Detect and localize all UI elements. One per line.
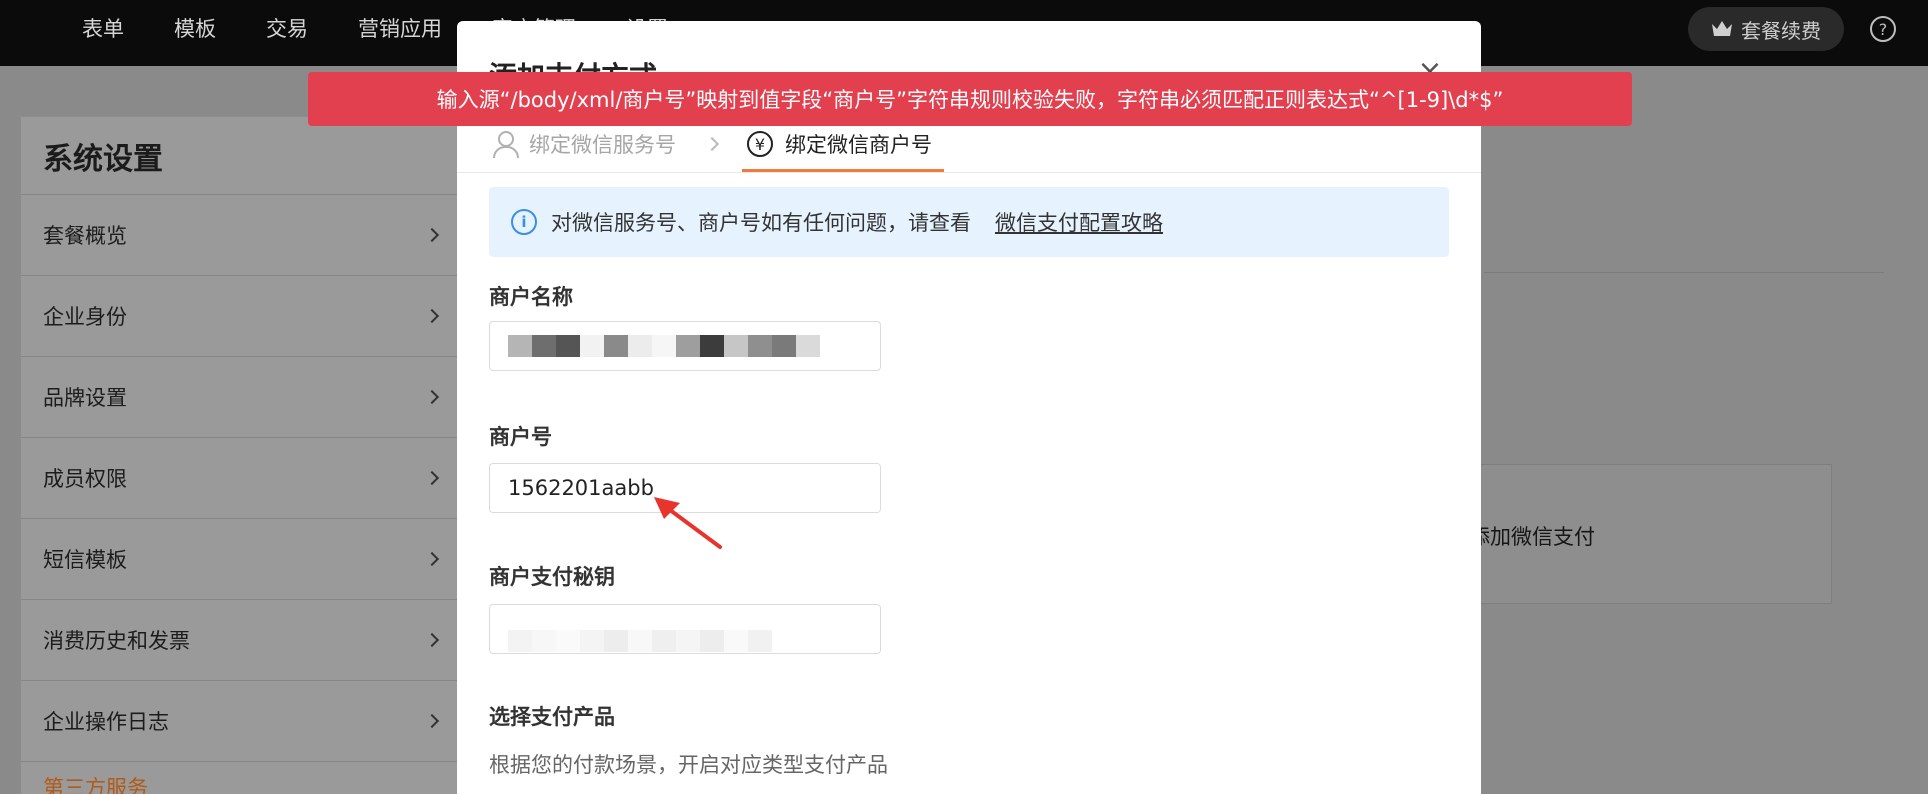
- step-label: 绑定微信服务号: [529, 133, 676, 157]
- merchant-secret-input[interactable]: [489, 604, 881, 654]
- merchant-name-label: 商户名称: [489, 285, 573, 309]
- settings-sidebar: 系统设置 套餐概览 企业身份 品牌设置 成员权限 短信模板 消费历史和发票 企业…: [20, 116, 460, 794]
- step-label: 绑定微信商户号: [785, 133, 932, 157]
- redacted-value: [508, 335, 820, 357]
- sidebar-item-label: 套餐概览: [43, 224, 127, 248]
- steps-bar: 绑定微信服务号 ¥ 绑定微信商户号: [457, 121, 1481, 173]
- merchant-secret-label: 商户支付秘钥: [489, 565, 615, 589]
- error-toast: 输入源“/body/xml/商户号”映射到值字段“商户号”字符串规则校验失败，字…: [308, 72, 1632, 126]
- nav-item-marketing[interactable]: 营销应用: [358, 13, 442, 43]
- renew-label: 套餐续费: [1741, 18, 1821, 43]
- chevron-right-icon: [424, 713, 440, 729]
- sidebar-item-label: 成员权限: [43, 467, 127, 491]
- chevron-right-icon: [424, 632, 440, 648]
- info-banner: i 对微信服务号、商户号如有任何问题，请查看 微信支付配置攻略: [489, 187, 1449, 257]
- info-icon: i: [511, 209, 537, 235]
- help-icon[interactable]: ?: [1870, 16, 1896, 42]
- sidebar-item-label: 品牌设置: [43, 386, 127, 410]
- payment-product-hint: 根据您的付款场景，开启对应类型支付产品: [489, 753, 888, 777]
- sidebar-item-sms-templates[interactable]: 短信模板: [21, 519, 459, 600]
- nav-item-templates[interactable]: 模板: [174, 13, 216, 43]
- nav-item-trade[interactable]: 交易: [266, 13, 308, 43]
- sidebar-item-label: 短信模板: [43, 548, 127, 572]
- chevron-right-icon: [424, 389, 440, 405]
- yuan-icon: ¥: [747, 131, 773, 157]
- sidebar-item-label: 第三方服务: [43, 776, 148, 794]
- merchant-name-input[interactable]: [489, 321, 881, 371]
- sidebar-item-enterprise-identity[interactable]: 企业身份: [21, 276, 459, 357]
- sidebar-item-plan-overview[interactable]: 套餐概览: [21, 195, 459, 276]
- config-guide-link[interactable]: 微信支付配置攻略: [995, 207, 1163, 237]
- nav-item-forms[interactable]: 表单: [82, 13, 124, 43]
- renew-button[interactable]: 套餐续费: [1688, 7, 1844, 51]
- redacted-value: [508, 630, 772, 652]
- payment-product-label: 选择支付产品: [489, 705, 615, 729]
- crown-icon: [1712, 21, 1732, 36]
- step-bind-service-account[interactable]: 绑定微信服务号: [491, 129, 676, 159]
- chevron-right-icon: [424, 470, 440, 486]
- step-bind-merchant[interactable]: ¥ 绑定微信商户号: [747, 129, 932, 159]
- merchant-id-label: 商户号: [489, 425, 552, 449]
- sidebar-item-label: 消费历史和发票: [43, 629, 190, 653]
- chevron-right-icon: [704, 136, 720, 152]
- sidebar-item-billing-history[interactable]: 消费历史和发票: [21, 600, 459, 681]
- chevron-right-icon: [424, 308, 440, 324]
- sidebar-item-operation-log[interactable]: 企业操作日志: [21, 681, 459, 762]
- chevron-right-icon: [424, 227, 440, 243]
- person-icon: [491, 130, 519, 158]
- active-step-indicator: [742, 169, 944, 172]
- sidebar-item-label: 企业操作日志: [43, 710, 169, 734]
- chevron-right-icon: [424, 551, 440, 567]
- add-wechat-pay-label: 添加微信支付: [1469, 525, 1595, 549]
- sidebar-title: 系统设置: [21, 117, 459, 195]
- sidebar-item-member-permissions[interactable]: 成员权限: [21, 438, 459, 519]
- sidebar-item-brand-settings[interactable]: 品牌设置: [21, 357, 459, 438]
- red-arrow-annotation: [654, 497, 722, 549]
- add-payment-modal: 添加支付方式 × 绑定微信服务号 ¥ 绑定微信商户号 i 对微信服务号、商户号如…: [457, 21, 1481, 794]
- error-message: 输入源“/body/xml/商户号”映射到值字段“商户号”字符串规则校验失败，字…: [436, 88, 1504, 112]
- sidebar-item-third-party[interactable]: 第三方服务: [21, 762, 459, 794]
- sidebar-item-label: 企业身份: [43, 305, 127, 329]
- divider: [1484, 272, 1884, 273]
- info-text: 对微信服务号、商户号如有任何问题，请查看: [551, 211, 971, 235]
